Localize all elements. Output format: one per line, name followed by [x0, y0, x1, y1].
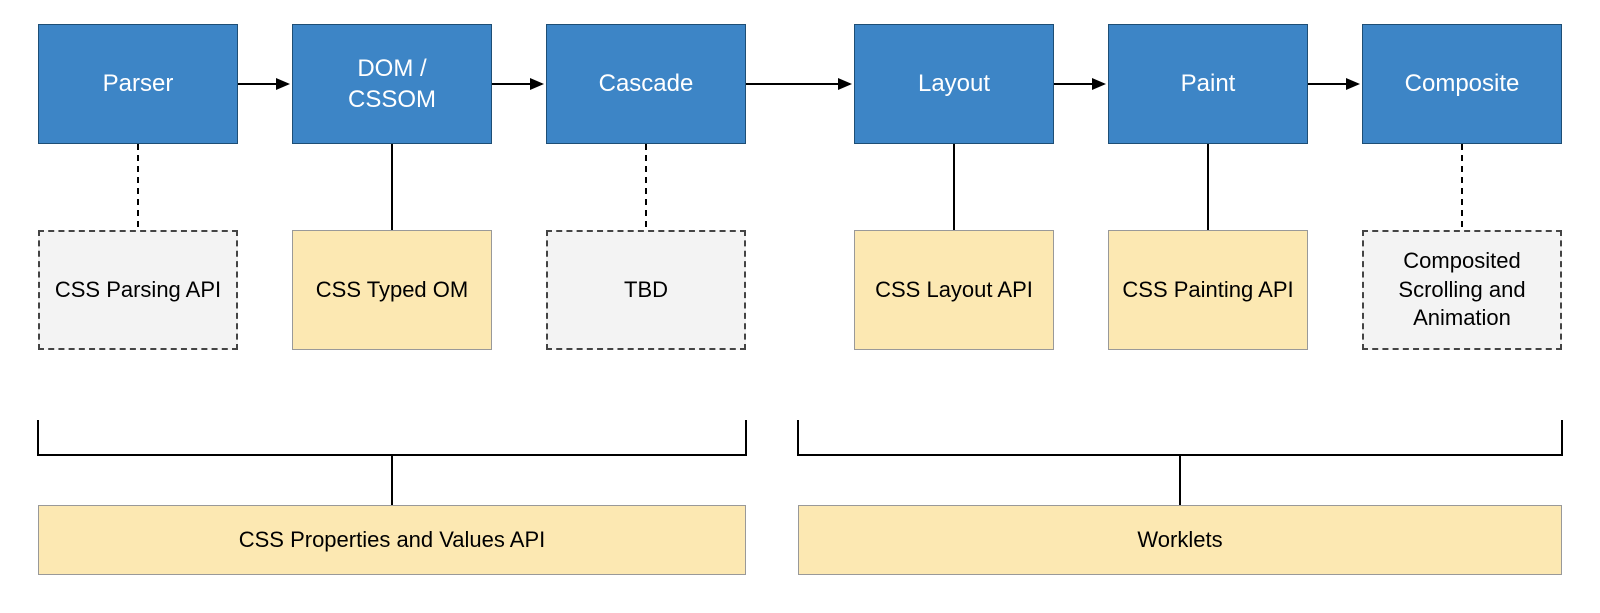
api-tbd-label: TBD — [624, 276, 668, 305]
stage-cascade-label: Cascade — [599, 68, 694, 99]
api-composited-scrolling-label: Composited Scrolling and Animation — [1368, 247, 1556, 333]
stage-paint-label: Paint — [1181, 68, 1236, 99]
stage-layout: Layout — [854, 24, 1054, 144]
api-css-typed-om-label: CSS Typed OM — [316, 276, 468, 305]
api-css-painting: CSS Painting API — [1108, 230, 1308, 350]
api-css-painting-label: CSS Painting API — [1122, 276, 1293, 305]
group-worklets: Worklets — [798, 505, 1562, 575]
bracket-right-group — [798, 420, 1562, 455]
stage-dom-cssom: DOM / CSSOM — [292, 24, 492, 144]
group-css-props-values-label: CSS Properties and Values API — [239, 527, 546, 553]
api-css-parsing: CSS Parsing API — [38, 230, 238, 350]
stage-paint: Paint — [1108, 24, 1308, 144]
stage-composite-label: Composite — [1405, 68, 1520, 99]
api-composited-scrolling: Composited Scrolling and Animation — [1362, 230, 1562, 350]
stage-parser: Parser — [38, 24, 238, 144]
api-css-layout-label: CSS Layout API — [875, 276, 1033, 305]
bracket-left-group — [38, 420, 746, 455]
api-css-parsing-label: CSS Parsing API — [55, 276, 221, 305]
group-css-props-values: CSS Properties and Values API — [38, 505, 746, 575]
stage-dom-cssom-label: DOM / CSSOM — [348, 53, 436, 115]
stage-composite: Composite — [1362, 24, 1562, 144]
api-tbd: TBD — [546, 230, 746, 350]
api-css-layout: CSS Layout API — [854, 230, 1054, 350]
stage-parser-label: Parser — [103, 68, 174, 99]
api-css-typed-om: CSS Typed OM — [292, 230, 492, 350]
group-worklets-label: Worklets — [1137, 527, 1222, 553]
stage-cascade: Cascade — [546, 24, 746, 144]
stage-layout-label: Layout — [918, 68, 990, 99]
